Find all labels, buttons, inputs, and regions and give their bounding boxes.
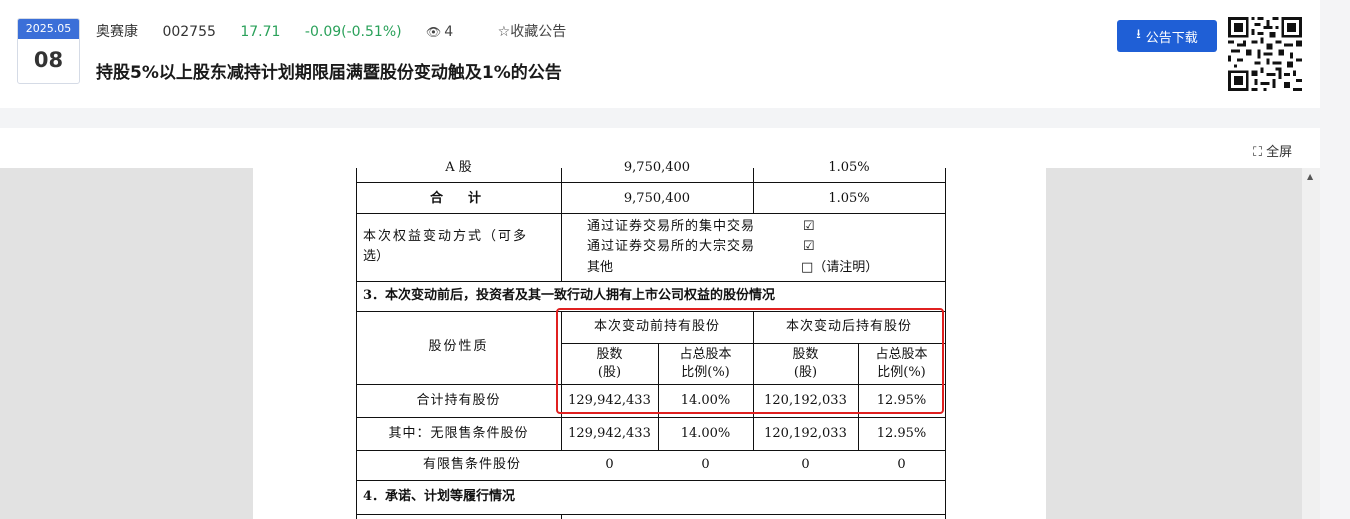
a-share-label: A 股 <box>445 160 472 175</box>
section-4-heading: 4．承诺、计划等履行情况 <box>363 489 516 504</box>
price-change: -0.09(-0.51%) <box>304 24 402 40</box>
view-count-value: 4 <box>444 24 454 40</box>
table-rule <box>945 168 946 519</box>
table-rule <box>561 168 562 281</box>
page-title: 持股5%以上股东减持计划期限届满暨股份变动触及1%的公告 <box>96 63 562 83</box>
table-rule <box>356 417 945 418</box>
method-option-centralized: 通过证券交易所的集中交易 <box>587 219 756 234</box>
announcement-header: 2025.05 08 奥赛康 002755 17.71 -0.09(-0.51%… <box>0 0 1320 108</box>
checkbox-checked-icon: ☑ <box>803 239 815 254</box>
total-label: 合 计 <box>429 191 487 206</box>
method-option-other: 其他 <box>587 260 614 275</box>
table-rule <box>356 480 945 481</box>
eye-icon: 👁 <box>426 25 442 39</box>
checkbox-checked-icon: ☑ <box>803 219 815 234</box>
table-rule <box>356 281 945 282</box>
header-divider <box>0 108 1320 128</box>
date-year-month: 2025.05 <box>18 19 79 39</box>
table-rule <box>356 514 945 515</box>
row-label: 其中：无限售条件股份 <box>388 426 529 441</box>
download-icon: ⭳ <box>1136 27 1141 42</box>
row-before-pct: 0 <box>701 457 710 472</box>
total-shares: 9,750,400 <box>623 191 691 206</box>
row-after-pct: 12.95% <box>876 426 927 441</box>
method-label-line2: 选） <box>363 249 390 264</box>
download-label: 公告下载 <box>1145 30 1198 46</box>
scroll-up-arrow-icon[interactable]: ▲ <box>1307 172 1313 181</box>
method-label-line1: 本次权益变动方式（可多 <box>363 229 529 244</box>
row-before-pct: 14.00% <box>680 426 731 441</box>
table-rule <box>561 514 562 519</box>
favorite-button[interactable]: ☆收藏公告 <box>498 22 567 42</box>
section-3-heading: 3．本次变动前后，投资者及其一致行动人拥有上市公司权益的股份情况 <box>363 288 776 303</box>
table-rule <box>356 182 945 183</box>
method-option-other-note: □（请注明） <box>801 260 879 275</box>
fullscreen-label: 全屏 <box>1266 145 1293 160</box>
page-margin <box>1320 0 1350 519</box>
stock-price: 17.71 <box>240 24 281 40</box>
date-day: 08 <box>33 48 64 72</box>
view-count: 👁 4 <box>426 22 473 42</box>
row-label: 有限售条件股份 <box>423 457 522 472</box>
row-before-shares: 0 <box>605 457 614 472</box>
row-after-shares: 0 <box>801 457 810 472</box>
download-button[interactable]: ⭳ 公告下载 <box>1117 20 1217 52</box>
viewer-scrollbar[interactable]: ▲ <box>1302 168 1320 519</box>
a-share-shares: 9,750,400 <box>623 160 691 175</box>
table-rule <box>356 213 945 214</box>
method-option-block: 通过证券交易所的大宗交易 <box>587 239 756 254</box>
stock-code[interactable]: 002755 <box>162 22 215 42</box>
row-label: 合计持有股份 <box>416 393 501 408</box>
highlight-box <box>556 308 944 414</box>
total-pct: 1.05% <box>828 191 870 206</box>
table-rule <box>356 450 945 451</box>
fullscreen-button[interactable]: ⛶ 全屏 <box>1253 141 1292 160</box>
date-badge: 2025.05 08 <box>17 18 80 84</box>
qr-code <box>1228 17 1302 91</box>
a-share-pct: 1.05% <box>828 160 870 175</box>
stock-name[interactable]: 奥赛康 <box>96 22 138 42</box>
share-nature-header: 股份性质 <box>428 339 489 354</box>
fullscreen-icon: ⛶ <box>1253 145 1263 160</box>
row-after-pct: 0 <box>897 457 906 472</box>
stock-meta: 奥赛康 002755 17.71 -0.09(-0.51%) 👁 4 ☆收藏公告 <box>96 22 586 42</box>
row-before-shares: 129,942,433 <box>568 426 651 441</box>
row-after-shares: 120,192,033 <box>764 426 847 441</box>
